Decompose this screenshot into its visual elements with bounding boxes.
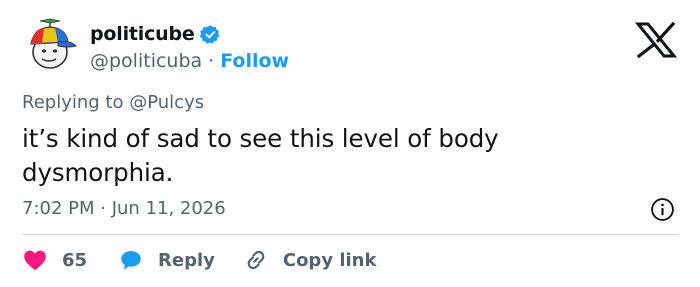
tweet-text: it’s kind of sad to see this level of bo… bbox=[22, 124, 499, 187]
separator-dot: · bbox=[208, 50, 215, 72]
divider bbox=[22, 234, 679, 235]
reply-bubble-icon bbox=[121, 251, 141, 270]
like-button[interactable]: 65 bbox=[22, 247, 92, 273]
reply-label: Reply bbox=[158, 249, 215, 271]
like-count: 65 bbox=[62, 249, 88, 271]
author-handle-row: @politicuba · Follow bbox=[90, 50, 289, 72]
x-logo-icon[interactable] bbox=[634, 20, 678, 60]
info-icon[interactable] bbox=[650, 197, 675, 222]
avatar-image bbox=[30, 18, 77, 69]
verified-badge-icon bbox=[199, 24, 219, 44]
copy-link-button[interactable]: Copy link bbox=[243, 247, 377, 273]
tweet-timestamp[interactable]: 7:02 PM · Jun 11, 2026 bbox=[22, 198, 226, 219]
replying-to-mention[interactable]: @Pulcys bbox=[129, 92, 204, 113]
author-block: politicube @politicuba · Follow bbox=[90, 22, 289, 72]
link-icon bbox=[247, 250, 265, 270]
reply-button[interactable]: Reply bbox=[118, 247, 215, 273]
author-handle[interactable]: @politicuba bbox=[90, 50, 202, 72]
follow-button[interactable]: Follow bbox=[220, 50, 289, 72]
action-bar: 65 Reply Copy link bbox=[22, 246, 376, 274]
author-name[interactable]: politicube bbox=[90, 23, 195, 45]
author-name-row: politicube bbox=[90, 22, 289, 46]
heart-icon bbox=[24, 250, 46, 271]
replying-to-prefix: Replying to bbox=[22, 92, 124, 113]
copy-link-label: Copy link bbox=[282, 249, 377, 271]
replying-to: Replying to @Pulcys bbox=[22, 92, 204, 113]
avatar[interactable] bbox=[22, 16, 78, 72]
